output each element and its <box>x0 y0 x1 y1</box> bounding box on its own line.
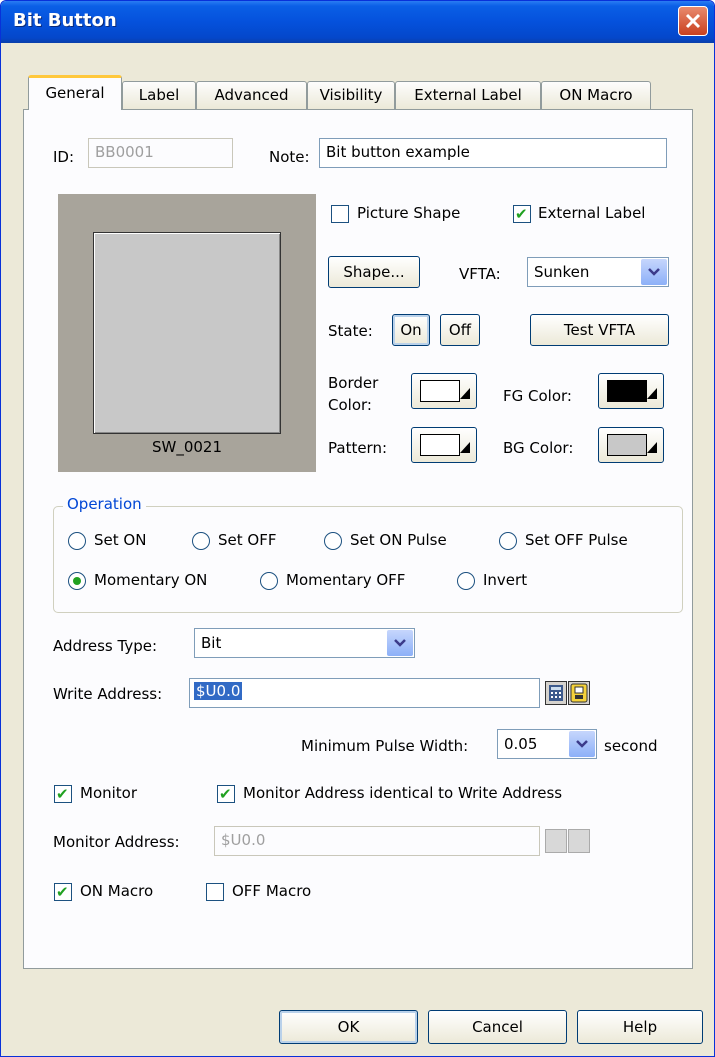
bg-color-picker[interactable] <box>598 427 664 463</box>
radio-set-on-pulse[interactable] <box>324 532 342 550</box>
ok-button[interactable]: OK <box>279 1010 418 1044</box>
checkmark-icon: ✔ <box>56 785 69 803</box>
dropdown-arrow-icon <box>647 442 657 453</box>
off-macro-checkbox[interactable] <box>206 883 224 901</box>
state-label: State: <box>328 322 373 340</box>
test-vfta-button[interactable]: Test VFTA <box>530 314 669 346</box>
tab-general[interactable]: General <box>28 75 122 110</box>
id-label: ID: <box>53 148 75 166</box>
radio-momentary-off[interactable] <box>260 572 278 590</box>
chevron-down-icon[interactable] <box>387 630 413 656</box>
off-macro-label: OFF Macro <box>232 882 312 900</box>
monitor-identical-label: Monitor Address identical to Write Addre… <box>243 784 563 802</box>
fg-color-swatch <box>607 380 647 402</box>
vfta-value: Sunken <box>534 263 590 281</box>
border-color-label-line1: Border <box>328 374 379 392</box>
title-bar[interactable]: Bit Button <box>1 1 714 43</box>
close-button[interactable] <box>678 6 708 36</box>
shape-preview: SW_0021 <box>58 194 316 472</box>
state-off-button[interactable]: Off <box>440 314 480 346</box>
state-on-button[interactable]: On <box>392 314 430 346</box>
radio-momentary-off-label: Momentary OFF <box>286 571 406 589</box>
tab-visibility[interactable]: Visibility <box>307 81 395 109</box>
monitor-checkbox[interactable]: ✔ <box>54 785 72 803</box>
on-macro-checkbox[interactable]: ✔ <box>54 883 72 901</box>
dropdown-arrow-icon <box>460 442 470 453</box>
external-label-label: External Label <box>538 204 646 222</box>
cancel-button[interactable]: Cancel <box>428 1010 567 1044</box>
write-address-label: Write Address: <box>53 685 163 703</box>
button-shape-preview <box>93 232 281 434</box>
radio-set-off-pulse[interactable] <box>499 532 517 550</box>
address-type-label: Address Type: <box>53 637 158 655</box>
vfta-label: VFTA: <box>459 265 501 283</box>
shape-button[interactable]: Shape... <box>328 256 420 288</box>
write-address-value: $U0.0 <box>194 682 243 700</box>
monitor-address-label: Monitor Address: <box>53 833 180 851</box>
radio-selected-dot <box>73 577 81 585</box>
pattern-label: Pattern: <box>328 439 388 457</box>
address-type-select[interactable]: Bit <box>194 628 415 658</box>
preview-shape-label: SW_0021 <box>151 438 223 456</box>
fg-color-picker[interactable] <box>598 373 664 409</box>
write-address-field[interactable]: $U0.0 <box>189 678 540 708</box>
monitor-identical-checkbox[interactable]: ✔ <box>217 785 235 803</box>
min-pulse-width-select[interactable]: 0.05 <box>497 729 597 759</box>
radio-set-on-pulse-label: Set ON Pulse <box>350 531 447 549</box>
pattern-picker[interactable] <box>411 427 477 463</box>
border-color-swatch <box>420 380 460 402</box>
radio-momentary-on-label: Momentary ON <box>94 571 208 589</box>
operation-group <box>53 506 683 613</box>
min-pulse-width-label: Minimum Pulse Width: <box>301 737 469 755</box>
radio-set-on[interactable] <box>68 532 86 550</box>
dropdown-arrow-icon <box>460 388 470 399</box>
radio-set-on-label: Set ON <box>94 531 147 549</box>
border-color-picker[interactable] <box>411 373 477 409</box>
bg-color-swatch <box>607 434 647 456</box>
dropdown-arrow-icon <box>647 388 657 399</box>
help-button[interactable]: Help <box>577 1010 703 1044</box>
monitor-label: Monitor <box>80 784 138 802</box>
checkmark-icon: ✔ <box>515 205 528 223</box>
picture-shape-checkbox[interactable] <box>331 205 349 223</box>
checkmark-icon: ✔ <box>219 785 232 803</box>
bit-button-dialog: Bit Button General Label Advanced Visibi… <box>0 0 715 1057</box>
id-field: BB0001 <box>88 138 233 168</box>
operation-group-title: Operation <box>63 495 146 513</box>
tab-label[interactable]: Label <box>122 81 196 109</box>
radio-invert[interactable] <box>457 572 475 590</box>
radio-set-off-pulse-label: Set OFF Pulse <box>525 531 628 549</box>
address-lookup-icon <box>568 829 590 853</box>
note-label: Note: <box>269 148 310 166</box>
radio-momentary-on[interactable] <box>68 572 86 590</box>
window-title: Bit Button <box>13 10 117 31</box>
chevron-down-icon[interactable] <box>569 731 595 757</box>
tab-external-label[interactable]: External Label <box>395 81 541 109</box>
address-lookup-icon[interactable] <box>568 681 590 705</box>
picture-shape-label: Picture Shape <box>357 204 461 222</box>
radio-set-off[interactable] <box>192 532 210 550</box>
pattern-swatch <box>420 434 460 456</box>
radio-set-off-label: Set OFF <box>218 531 277 549</box>
radio-invert-label: Invert <box>483 571 528 589</box>
external-label-checkbox[interactable]: ✔ <box>513 205 531 223</box>
fg-color-label: FG Color: <box>503 387 572 405</box>
min-pulse-width-unit: second <box>604 737 658 755</box>
on-macro-label: ON Macro <box>80 882 154 900</box>
monitor-address-field: $U0.0 <box>214 826 540 856</box>
min-pulse-width-value: 0.05 <box>504 735 538 753</box>
bg-color-label: BG Color: <box>503 439 574 457</box>
keypad-icon[interactable] <box>545 681 567 705</box>
chevron-down-icon[interactable] <box>641 259 667 285</box>
tab-on-macro[interactable]: ON Macro <box>541 81 651 109</box>
keypad-icon <box>545 829 567 853</box>
checkmark-icon: ✔ <box>56 883 69 901</box>
vfta-select[interactable]: Sunken <box>527 257 669 287</box>
close-icon <box>685 13 701 29</box>
address-type-value: Bit <box>201 634 222 652</box>
note-field[interactable]: Bit button example <box>319 138 667 168</box>
tab-advanced[interactable]: Advanced <box>196 81 307 109</box>
border-color-label-line2: Color: <box>328 396 372 414</box>
